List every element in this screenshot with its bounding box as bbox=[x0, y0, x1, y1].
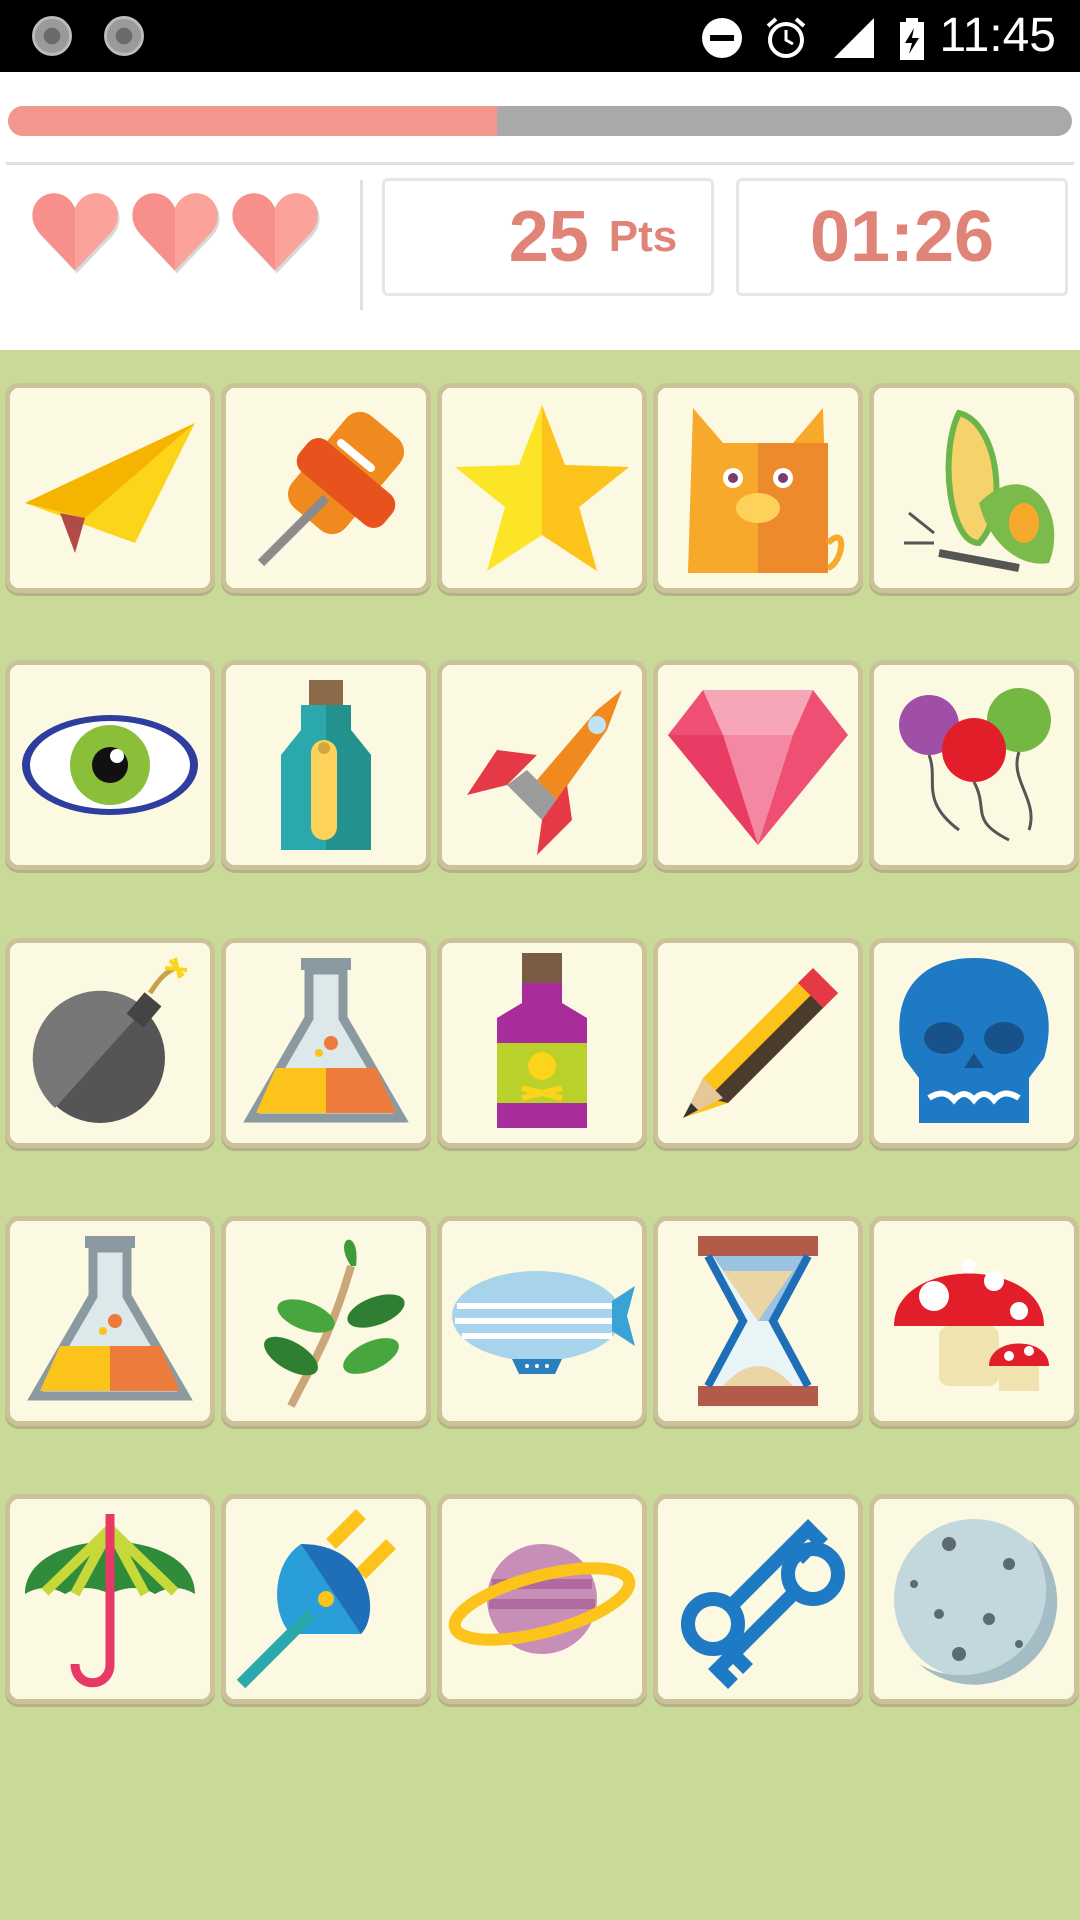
push-pin-icon bbox=[257, 411, 405, 567]
score-unit: Pts bbox=[608, 212, 678, 261]
mushroom-icon bbox=[894, 1259, 1049, 1391]
game-tile[interactable] bbox=[221, 660, 431, 870]
poison-bottle-icon bbox=[497, 953, 587, 1128]
keys-icon bbox=[681, 1519, 845, 1689]
game-tile[interactable] bbox=[221, 383, 431, 593]
signal-icon bbox=[834, 18, 874, 58]
heart-icon bbox=[128, 184, 222, 282]
game-tile[interactable] bbox=[653, 938, 863, 1148]
alarm-icon bbox=[766, 17, 806, 58]
clock: 11:45 bbox=[939, 9, 1056, 62]
planet-icon bbox=[448, 1544, 636, 1654]
zeppelin-icon bbox=[452, 1271, 635, 1374]
star-icon bbox=[455, 405, 629, 571]
butterfly-icon bbox=[904, 409, 1055, 572]
game-tile[interactable] bbox=[653, 383, 863, 593]
score-value: 25 bbox=[508, 197, 589, 277]
game-tile[interactable] bbox=[869, 938, 1079, 1148]
message-bottle-icon bbox=[281, 680, 371, 850]
game-tile[interactable] bbox=[5, 1494, 215, 1704]
game-tile[interactable] bbox=[869, 1494, 1079, 1704]
cat-icon bbox=[688, 408, 845, 573]
rocket-icon bbox=[467, 690, 622, 855]
hourglass-icon bbox=[698, 1236, 818, 1406]
game-tile[interactable] bbox=[653, 660, 863, 870]
status-bar: 11:45 bbox=[0, 0, 1080, 72]
header-divider bbox=[6, 162, 1074, 165]
game-tile[interactable] bbox=[5, 660, 215, 870]
timer-box: 01:26 bbox=[736, 178, 1068, 296]
game-tile[interactable] bbox=[437, 660, 647, 870]
game-tile[interactable] bbox=[653, 1494, 863, 1704]
game-tile[interactable] bbox=[5, 383, 215, 593]
paper-plane-icon bbox=[25, 423, 195, 553]
game-board bbox=[0, 350, 1080, 1920]
game-tile[interactable] bbox=[869, 660, 1079, 870]
game-tile[interactable] bbox=[437, 383, 647, 593]
game-header: 25 Pts 01:26 bbox=[0, 72, 1080, 350]
plant-branch-icon bbox=[264, 1239, 405, 1408]
heart-icon bbox=[228, 184, 322, 282]
game-tile[interactable] bbox=[869, 383, 1079, 593]
game-tile[interactable] bbox=[653, 1216, 863, 1426]
game-tile[interactable] bbox=[221, 938, 431, 1148]
skull-icon bbox=[899, 958, 1049, 1123]
lives bbox=[28, 184, 322, 282]
score-box: 25 Pts bbox=[382, 178, 714, 296]
game-tile[interactable] bbox=[5, 1216, 215, 1426]
balloons-icon bbox=[899, 688, 1051, 842]
pencil-icon bbox=[683, 968, 838, 1118]
heart-icon bbox=[28, 184, 122, 282]
header-separator bbox=[360, 180, 363, 310]
game-tile[interactable] bbox=[437, 1216, 647, 1426]
flask-icon bbox=[243, 958, 409, 1123]
battery-charging-icon bbox=[900, 18, 924, 60]
diamond-icon bbox=[668, 690, 848, 845]
sync-icon bbox=[104, 16, 144, 56]
sync-icon bbox=[32, 16, 72, 56]
game-tile[interactable] bbox=[869, 1216, 1079, 1426]
bomb-icon bbox=[32, 957, 188, 1123]
do-not-disturb-icon bbox=[702, 18, 742, 58]
timer-value: 01:26 bbox=[809, 197, 995, 277]
game-tile[interactable] bbox=[437, 938, 647, 1148]
game-tile[interactable] bbox=[437, 1494, 647, 1704]
moon-icon bbox=[894, 1519, 1058, 1685]
plug-icon bbox=[236, 1509, 396, 1689]
game-tile[interactable] bbox=[5, 938, 215, 1148]
eye-icon bbox=[22, 715, 198, 815]
progress-fill bbox=[8, 106, 498, 136]
game-tile[interactable] bbox=[221, 1216, 431, 1426]
flask-icon bbox=[27, 1236, 193, 1401]
umbrella-icon bbox=[25, 1514, 195, 1688]
game-tile[interactable] bbox=[221, 1494, 431, 1704]
level-progress-bar bbox=[8, 106, 1072, 136]
